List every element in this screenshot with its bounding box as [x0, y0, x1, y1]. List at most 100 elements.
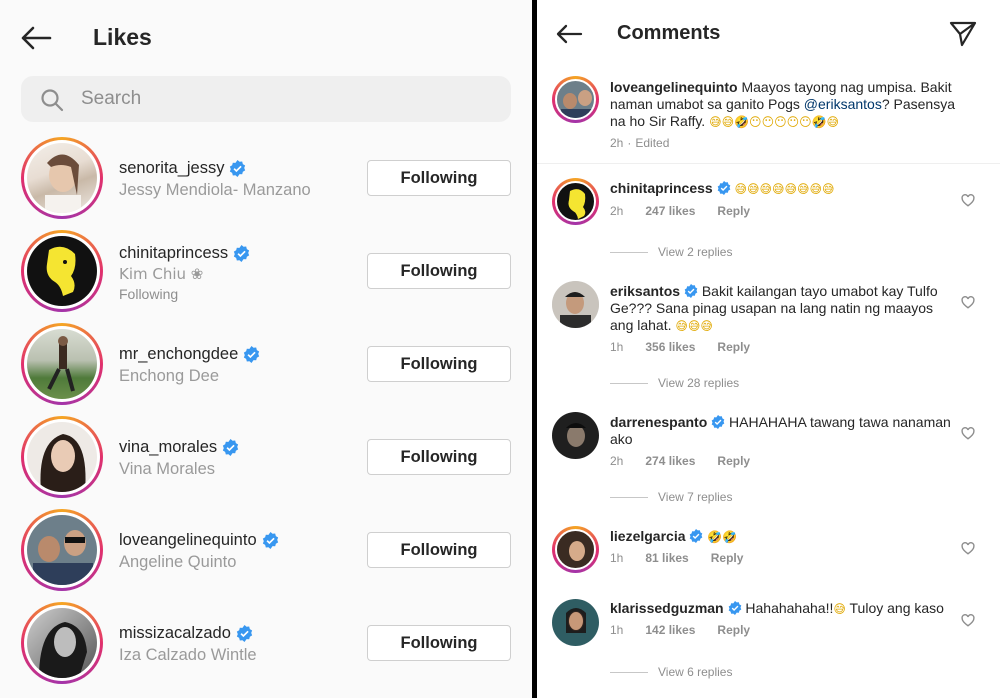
- verified-badge-icon: [230, 160, 246, 177]
- user-row[interactable]: loveangelinequinto Angeline Quinto Follo…: [0, 509, 532, 602]
- replies-line: [610, 671, 648, 673]
- verified-badge-icon: [236, 625, 253, 642]
- reply-button[interactable]: Reply: [717, 454, 750, 468]
- view-replies-button[interactable]: View 2 replies: [610, 245, 732, 259]
- avatar[interactable]: [21, 509, 103, 591]
- replies-line: [610, 382, 648, 384]
- username[interactable]: mr_enchongdee: [119, 345, 238, 364]
- view-replies-button[interactable]: View 7 replies: [610, 490, 732, 504]
- back-arrow-icon[interactable]: [20, 26, 52, 50]
- username[interactable]: loveangelinequinto: [610, 79, 738, 95]
- view-replies-button[interactable]: View 28 replies: [610, 376, 739, 390]
- emoji-text: 😅😅🤣😶😶😶😶😶🤣😅: [709, 115, 840, 129]
- user-row[interactable]: chinitaprincess Kim Chiu ❀ Following Fol…: [0, 230, 532, 323]
- search-bar[interactable]: [21, 76, 511, 122]
- verified-badge-icon: [690, 529, 703, 543]
- following-button[interactable]: Following: [367, 439, 511, 475]
- like-count[interactable]: 274 likes: [645, 454, 695, 468]
- view-replies-label[interactable]: View 2 replies: [658, 245, 732, 259]
- username[interactable]: senorita_jessy: [119, 159, 224, 178]
- avatar[interactable]: [21, 230, 103, 312]
- timestamp: 2h: [610, 136, 624, 150]
- avatar[interactable]: [552, 281, 599, 328]
- user-row[interactable]: senorita_jessy Jessy Mendiola- Manzano F…: [0, 137, 532, 230]
- like-count[interactable]: 356 likes: [645, 340, 695, 354]
- heart-outline-icon[interactable]: [961, 427, 975, 440]
- user-row[interactable]: vina_morales Vina Morales Following: [0, 416, 532, 509]
- avatar[interactable]: [552, 412, 599, 459]
- likes-panel: Likes senorita_jessy Jessy Mendiola- Man…: [0, 0, 532, 698]
- heart-outline-icon[interactable]: [961, 542, 975, 555]
- verified-badge-icon: [728, 601, 741, 615]
- username[interactable]: darrenespanto: [610, 414, 707, 430]
- following-button[interactable]: Following: [367, 625, 511, 661]
- avatar[interactable]: [21, 602, 103, 684]
- verified-badge-icon: [684, 284, 698, 298]
- following-button[interactable]: Following: [367, 160, 511, 196]
- avatar[interactable]: [552, 178, 599, 225]
- mention-link[interactable]: @eriksantos: [804, 96, 882, 112]
- view-replies-button[interactable]: View 6 replies: [610, 665, 732, 679]
- following-button[interactable]: Following: [367, 253, 511, 289]
- post-caption: loveangelinequinto Maayos tayong nag ump…: [537, 72, 1000, 164]
- heart-outline-icon[interactable]: [961, 194, 975, 207]
- avatar[interactable]: [21, 416, 103, 498]
- page-title: Likes: [93, 24, 152, 50]
- replies-line: [610, 251, 648, 253]
- heart-outline-icon[interactable]: [961, 614, 975, 627]
- caption-text: loveangelinequinto Maayos tayong nag ump…: [610, 79, 955, 131]
- username[interactable]: missizacalzado: [119, 624, 231, 643]
- username[interactable]: vina_morales: [119, 438, 217, 457]
- avatar[interactable]: [21, 323, 103, 405]
- like-count[interactable]: 81 likes: [645, 551, 688, 565]
- verified-badge-icon: [222, 439, 239, 456]
- comment-text: Tuloy ang kaso: [845, 600, 944, 616]
- full-name: Angeline Quinto: [119, 553, 237, 571]
- timestamp: 1h: [610, 340, 624, 354]
- edited-label: Edited: [635, 136, 670, 150]
- view-replies-label[interactable]: View 28 replies: [658, 376, 739, 390]
- avatar[interactable]: [21, 137, 103, 219]
- verified-badge-icon: [262, 532, 278, 549]
- username[interactable]: loveangelinequinto: [119, 531, 257, 550]
- username[interactable]: chinitaprincess: [610, 180, 713, 196]
- separator: ·: [627, 136, 632, 150]
- timestamp: 1h: [610, 623, 624, 637]
- search-input[interactable]: [81, 76, 491, 122]
- user-row[interactable]: missizacalzado Iza Calzado Wintle Follow…: [0, 602, 532, 695]
- verified-badge-icon: [244, 346, 260, 363]
- emoji-text: 😅😅😅: [675, 319, 713, 333]
- reply-button[interactable]: Reply: [717, 204, 750, 218]
- view-replies-label[interactable]: View 6 replies: [658, 665, 732, 679]
- reply-button[interactable]: Reply: [717, 623, 750, 637]
- like-count[interactable]: 142 likes: [645, 623, 695, 637]
- like-count[interactable]: 247 likes: [645, 204, 695, 218]
- emoji-text: 😅: [833, 602, 846, 616]
- avatar[interactable]: [552, 76, 599, 123]
- heart-outline-icon[interactable]: [961, 296, 975, 309]
- reply-button[interactable]: Reply: [717, 340, 750, 354]
- username[interactable]: klarissedguzman: [610, 600, 724, 616]
- search-icon: [41, 89, 64, 112]
- send-icon[interactable]: [949, 21, 977, 47]
- comment-text: Hahahahaha!!: [745, 600, 834, 616]
- following-button[interactable]: Following: [367, 346, 511, 382]
- full-name: Jessy Mendiola- Manzano: [119, 181, 311, 199]
- view-replies-label[interactable]: View 7 replies: [658, 490, 732, 504]
- back-arrow-icon[interactable]: [555, 24, 583, 44]
- emoji-text: 🤣🤣: [707, 530, 738, 544]
- avatar[interactable]: [552, 599, 599, 646]
- full-name: Kim Chiu ❀: [119, 265, 204, 283]
- comments-panel: Comments loveangelinequinto Maayos tayon…: [537, 0, 1000, 698]
- full-name: Iza Calzado Wintle: [119, 646, 257, 664]
- verified-badge-icon: [233, 245, 250, 262]
- username[interactable]: chinitaprincess: [119, 244, 228, 263]
- avatar[interactable]: [552, 526, 599, 573]
- reply-button[interactable]: Reply: [711, 551, 744, 565]
- timestamp: 2h: [610, 204, 624, 218]
- username[interactable]: eriksantos: [610, 283, 680, 299]
- user-row[interactable]: mr_enchongdee Enchong Dee Following: [0, 323, 532, 416]
- full-name: Enchong Dee: [119, 367, 219, 385]
- following-button[interactable]: Following: [367, 532, 511, 568]
- username[interactable]: liezelgarcia: [610, 528, 686, 544]
